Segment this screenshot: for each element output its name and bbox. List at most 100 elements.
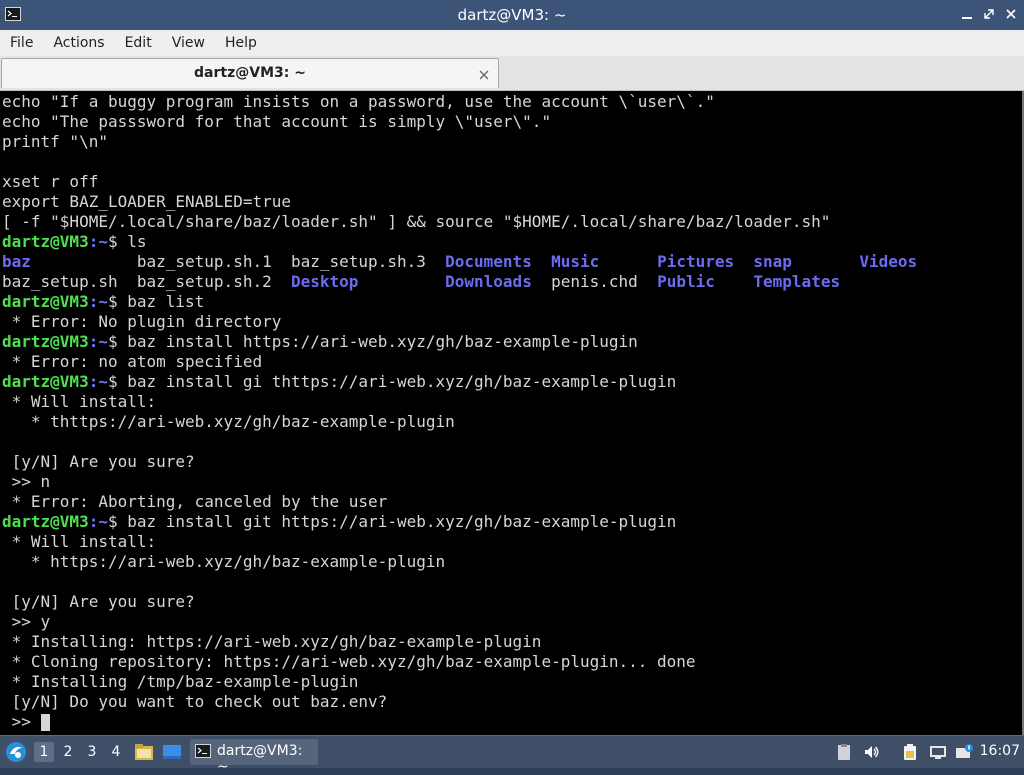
- terminal-line: * Will install:: [2, 392, 917, 412]
- terminal-line: * Installing: https://ari-web.xyz/gh/baz…: [2, 632, 917, 652]
- terminal-line: * thttps://ari-web.xyz/gh/baz-example-pl…: [2, 412, 917, 432]
- terminal-text: * Cloning repository: https://ari-web.xy…: [2, 652, 696, 671]
- terminal-line: echo "The passsword for that account is …: [2, 112, 917, 132]
- menu-help[interactable]: Help: [215, 30, 267, 56]
- terminal-text: xset r off: [2, 172, 99, 191]
- tab-close-button[interactable]: [478, 66, 490, 80]
- terminal-text: >> n: [2, 472, 51, 491]
- restore-icon: [984, 9, 994, 19]
- window-titlebar[interactable]: dartz@VM3: ~: [0, 0, 1024, 30]
- taskbar-task-terminal[interactable]: dartz@VM3: ~: [190, 739, 318, 775]
- workspace-1[interactable]: 1: [34, 742, 54, 762]
- terminal-icon: [195, 744, 211, 758]
- minimize-button[interactable]: [960, 6, 974, 22]
- menu-edit[interactable]: Edit: [115, 30, 162, 56]
- terminal-text: $ ls: [107, 232, 147, 251]
- prompt-path: :~: [88, 332, 108, 351]
- battery-icon[interactable]: [901, 743, 919, 761]
- terminal-line: printf "\n": [2, 132, 917, 152]
- terminal-line: * https://ari-web.xyz/gh/baz-example-plu…: [2, 552, 917, 572]
- directory-name: Documents: [445, 252, 532, 271]
- terminal-line: baz_setup.sh baz_setup.sh.2 Desktop Down…: [2, 272, 917, 292]
- prompt-user: dartz@VM3: [2, 332, 89, 351]
- directory-name: Templates: [753, 272, 841, 291]
- close-icon: [1006, 9, 1016, 19]
- volume-icon[interactable]: [863, 743, 881, 761]
- terminal-text: baz_setup.sh.1 baz_setup.sh.3: [30, 252, 446, 271]
- terminal-line: >> n: [2, 472, 917, 492]
- menu-view[interactable]: View: [162, 30, 215, 56]
- menu-file[interactable]: File: [0, 30, 43, 56]
- terminal-text: >>: [2, 712, 41, 731]
- directory-name: Videos: [859, 252, 918, 271]
- terminal-text: $ baz install https://ari-web.xyz/gh/baz…: [107, 332, 638, 351]
- restore-button[interactable]: [982, 6, 996, 22]
- terminal-text: * https://ari-web.xyz/gh/baz-example-plu…: [2, 552, 446, 571]
- terminal-output[interactable]: echo "If a buggy program insists on a pa…: [0, 91, 1024, 735]
- terminal-text: $ baz install gi thttps://ari-web.xyz/gh…: [107, 372, 677, 391]
- terminal-text: printf "\n": [2, 132, 108, 151]
- tab-terminal[interactable]: dartz@VM3: ~: [1, 58, 499, 88]
- terminal-line: dartz@VM3:~$ baz install git https://ari…: [2, 512, 917, 532]
- prompt-user: dartz@VM3: [2, 372, 89, 391]
- desktop-icon[interactable]: [161, 742, 183, 762]
- update-icon[interactable]: [955, 743, 973, 761]
- terminal-text: echo "The passsword for that account is …: [2, 112, 552, 131]
- directory-name: Downloads: [445, 272, 532, 291]
- workspace-3[interactable]: 3: [82, 742, 102, 762]
- workspace-2[interactable]: 2: [58, 742, 78, 762]
- terminal-line: [y/N] Do you want to check out baz.env?: [2, 692, 917, 712]
- terminal-line: * Cloning repository: https://ari-web.xy…: [2, 652, 917, 672]
- minimize-icon: [962, 17, 972, 19]
- terminal-text: * Error: no atom specified: [2, 352, 263, 371]
- clock: 16:07: [979, 743, 1020, 759]
- tab-bar: dartz@VM3: ~: [0, 56, 1024, 91]
- file-manager-icon[interactable]: [133, 742, 155, 762]
- terminal-text: export BAZ_LOADER_ENABLED=true: [2, 192, 291, 211]
- menubar: File Actions Edit View Help: [0, 30, 1024, 56]
- terminal-cursor: [40, 714, 50, 731]
- terminal-text: >> y: [2, 612, 51, 631]
- taskbar: 1 2 3 4 dartz@VM3: ~ 16:07: [0, 735, 1024, 775]
- prompt-user: dartz@VM3: [2, 232, 89, 251]
- directory-name: Public: [657, 272, 715, 291]
- terminal-line: >> y: [2, 612, 917, 632]
- prompt-path: :~: [88, 292, 108, 311]
- lxqt-start-icon[interactable]: [4, 740, 28, 764]
- terminal-line: >>: [2, 712, 917, 732]
- clipboard-icon[interactable]: [835, 743, 853, 761]
- close-icon: [479, 70, 489, 80]
- terminal-line: [y/N] Are you sure?: [2, 452, 917, 472]
- window-title: dartz@VM3: ~: [457, 6, 567, 24]
- close-button[interactable]: [1004, 6, 1018, 22]
- terminal-line: * Error: Aborting, canceled by the user: [2, 492, 917, 512]
- terminal-line: * Will install:: [2, 532, 917, 552]
- directory-name: baz: [2, 252, 31, 271]
- menu-actions[interactable]: Actions: [43, 30, 114, 56]
- network-icon[interactable]: [929, 743, 947, 761]
- terminal-text: * Installing /tmp/baz-example-plugin: [2, 672, 359, 691]
- terminal-line: export BAZ_LOADER_ENABLED=true: [2, 192, 917, 212]
- terminal-text: * Error: Aborting, canceled by the user: [2, 492, 388, 511]
- tab-label: dartz@VM3: ~: [194, 65, 306, 81]
- terminal-text: [y/N] Are you sure?: [2, 452, 195, 471]
- task-label: dartz@VM3: ~: [217, 743, 303, 775]
- terminal-text: penis.chd: [531, 272, 658, 291]
- directory-name: snap: [753, 252, 792, 271]
- terminal-line: dartz@VM3:~$ baz install gi thttps://ari…: [2, 372, 917, 392]
- terminal-line: dartz@VM3:~$ baz install https://ari-web…: [2, 332, 917, 352]
- terminal-text: [y/N] Do you want to check out baz.env?: [2, 692, 388, 711]
- prompt-user: dartz@VM3: [2, 512, 89, 531]
- prompt-path: :~: [88, 372, 108, 391]
- terminal-text: * thttps://ari-web.xyz/gh/baz-example-pl…: [2, 412, 455, 431]
- terminal-text: * Error: No plugin directory: [2, 312, 282, 331]
- directory-name: Music: [551, 252, 600, 271]
- terminal-line: [ -f "$HOME/.local/share/baz/loader.sh" …: [2, 212, 917, 232]
- workspace-4[interactable]: 4: [106, 742, 126, 762]
- terminal-line: [y/N] Are you sure?: [2, 592, 917, 612]
